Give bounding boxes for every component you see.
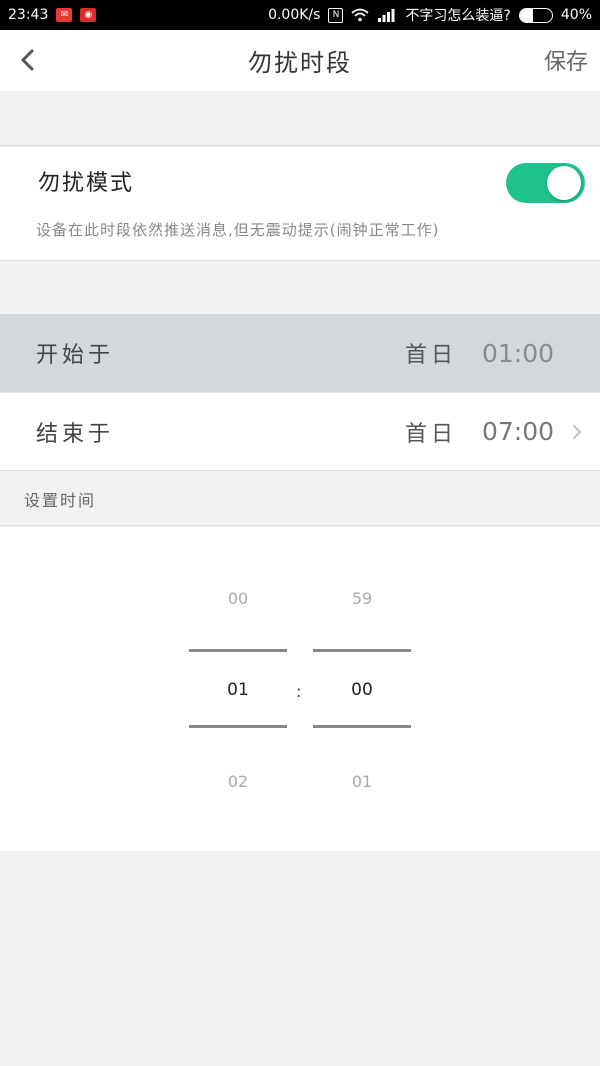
start-time-value: 01:00 xyxy=(481,338,554,368)
end-time-row[interactable]: 结束于 首日 07:00 xyxy=(0,393,600,471)
battery-fill xyxy=(519,8,533,22)
save-button[interactable]: 保存 xyxy=(544,44,588,76)
minute-selection-line-bottom xyxy=(313,725,411,728)
minute-option-next[interactable]: 01 xyxy=(313,772,411,791)
back-button[interactable] xyxy=(8,40,48,80)
section-header: 设置时间 xyxy=(0,471,600,526)
end-time-label: 结束于 xyxy=(36,421,115,447)
dnd-mode-description: 设备在此时段依然推送消息,但无震动提示(闹钟正常工作) xyxy=(36,221,440,239)
spacer xyxy=(0,262,600,314)
bottom-area xyxy=(0,851,600,1066)
screen: 23:43 ✉ ◉ 0.00K/s N 不字习怎么装逼? 40% 勿扰时段 保存… xyxy=(0,0,600,1066)
hour-option-selected[interactable]: 01 xyxy=(189,680,287,700)
spacer xyxy=(0,91,600,146)
app-notification-icon: ◉ xyxy=(80,8,97,22)
dnd-mode-toggle[interactable] xyxy=(506,163,585,203)
battery-icon xyxy=(518,7,553,23)
end-day: 首日 xyxy=(404,421,457,447)
hour-selection-line-bottom xyxy=(189,725,287,728)
hour-selection-line-top xyxy=(189,649,287,652)
status-bar: 23:43 ✉ ◉ 0.00K/s N 不字习怎么装逼? 40% xyxy=(0,0,600,30)
minute-option-selected[interactable]: 00 xyxy=(313,680,411,700)
dnd-mode-section: 勿扰模式 设备在此时段依然推送消息,但无震动提示(闹钟正常工作) xyxy=(0,147,600,261)
start-day: 首日 xyxy=(404,343,457,368)
status-time: 23:43 xyxy=(8,7,49,23)
mail-notification-icon: ✉ xyxy=(56,8,73,22)
carrier-text: 不字习怎么装逼? xyxy=(405,8,511,24)
section-header-text: 设置时间 xyxy=(24,491,97,510)
wifi-icon xyxy=(351,8,370,22)
hour-option-next[interactable]: 02 xyxy=(189,772,287,791)
signal-icon xyxy=(378,9,395,22)
chevron-right-icon xyxy=(573,424,581,439)
network-speed: 0.00K/s xyxy=(268,7,321,23)
toggle-knob xyxy=(547,166,581,200)
start-time-label: 开始于 xyxy=(36,343,115,368)
nav-bar: 勿扰时段 保存 xyxy=(0,30,600,91)
hour-option-prev[interactable]: 00 xyxy=(189,589,287,608)
end-time-value: 07:00 xyxy=(481,417,554,446)
start-time-row[interactable]: 开始于 首日 01:00 xyxy=(0,314,600,392)
chevron-left-icon xyxy=(21,49,34,71)
time-separator: : xyxy=(296,682,302,701)
dnd-mode-label: 勿扰模式 xyxy=(38,171,135,196)
page-title: 勿扰时段 xyxy=(248,49,352,77)
nfc-icon: N xyxy=(328,7,344,23)
minute-selection-line-top xyxy=(313,649,411,652)
minute-option-prev[interactable]: 59 xyxy=(313,589,411,608)
battery-percent: 40% xyxy=(560,7,592,23)
time-picker: 00 01 02 : 59 00 01 xyxy=(0,527,600,851)
